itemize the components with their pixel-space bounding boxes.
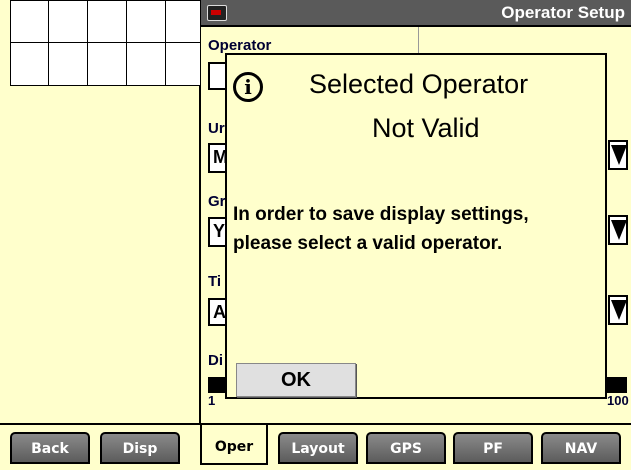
shortcut-slot[interactable]	[10, 0, 49, 43]
units-dropdown-arrow-icon[interactable]	[608, 140, 628, 170]
info-icon: i	[233, 72, 263, 102]
shortcut-slot[interactable]	[126, 0, 166, 43]
tab-gps[interactable]: GPS	[366, 432, 446, 464]
time-label: Ti	[208, 273, 222, 290]
time-dropdown-arrow-icon[interactable]	[608, 295, 628, 325]
tab-oper[interactable]: Oper	[200, 425, 268, 465]
page-header: Operator Setup	[201, 0, 631, 27]
slider-max-label: 100	[607, 393, 629, 408]
tab-bar: Back Disp Oper Layout GPS PF NAV	[0, 423, 631, 470]
tab-pf[interactable]: PF	[453, 432, 533, 464]
tab-back[interactable]: Back	[10, 432, 90, 464]
dialog-title-line2: Not Valid	[372, 113, 480, 143]
group-label: Gr	[208, 193, 226, 210]
operator-label: Operator	[208, 37, 272, 54]
brightness-slider-end[interactable]	[606, 377, 627, 393]
shortcut-panel	[0, 0, 201, 423]
operator-not-valid-dialog: i Selected Operator Not Valid In order t…	[225, 53, 607, 399]
tab-nav[interactable]: NAV	[541, 432, 621, 464]
shortcut-slot[interactable]	[87, 0, 127, 43]
shortcut-slot[interactable]	[48, 0, 88, 43]
tab-disp[interactable]: Disp	[100, 432, 180, 464]
dialog-message: In order to save display settings, pleas…	[233, 204, 529, 254]
shortcut-slot[interactable]	[126, 42, 166, 86]
page-title: Operator Setup	[501, 3, 625, 22]
group-dropdown-arrow-icon[interactable]	[608, 215, 628, 245]
ok-button[interactable]: OK	[236, 363, 356, 397]
shortcut-slot[interactable]	[87, 42, 127, 86]
units-label: Ur	[208, 120, 225, 137]
dialog-title-line1: Selected Operator	[309, 69, 529, 99]
shortcut-slot[interactable]	[48, 42, 88, 86]
tab-layout[interactable]: Layout	[278, 432, 358, 464]
display-icon	[207, 5, 227, 21]
shortcut-slot[interactable]	[165, 0, 201, 43]
shortcut-slot[interactable]	[10, 42, 49, 86]
slider-min-label: 1	[208, 393, 216, 408]
display-label: Di	[208, 352, 223, 369]
shortcut-slot[interactable]	[165, 42, 201, 86]
